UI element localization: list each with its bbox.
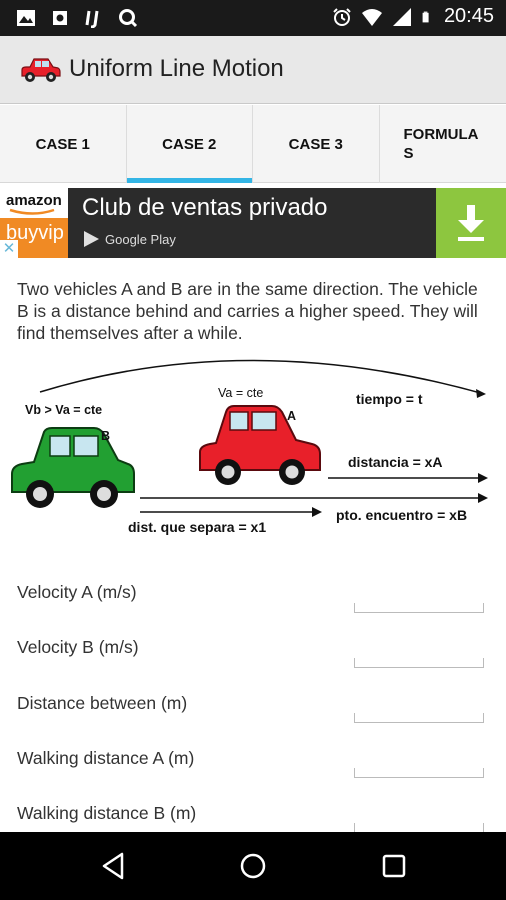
back-icon[interactable] bbox=[98, 850, 130, 882]
navigation-bar bbox=[0, 832, 506, 900]
motion-diagram: Vb > Va = cte Va = cte B A tiempo = t di… bbox=[11, 359, 488, 535]
tab-case-1[interactable]: CASE 1 bbox=[0, 105, 127, 183]
arrow-head bbox=[478, 493, 488, 503]
alarm-icon bbox=[333, 7, 351, 26]
label-tiempo: tiempo = t bbox=[356, 391, 423, 407]
google-play-icon bbox=[84, 231, 99, 247]
car-a bbox=[199, 405, 321, 485]
arrow-head bbox=[476, 389, 486, 398]
tab-case-3[interactable]: CASE 3 bbox=[253, 105, 380, 183]
velocity-b-input[interactable] bbox=[354, 658, 484, 668]
walking-distance-b-input[interactable] bbox=[354, 823, 484, 832]
problem-description: Two vehicles A and B are in the same dir… bbox=[17, 279, 478, 343]
main-content: Two vehicles A and B are in the same dir… bbox=[0, 258, 506, 832]
velocity-b-label: Velocity B (m/s) bbox=[17, 637, 139, 657]
status-bar: 20:45 bbox=[0, 0, 506, 36]
smile-arrow-icon bbox=[9, 208, 55, 215]
ad-store-label: Google Play bbox=[105, 231, 176, 247]
download-icon bbox=[458, 205, 484, 241]
tab-label: CASE 3 bbox=[288, 135, 343, 153]
status-clock: 20:45 bbox=[443, 5, 494, 27]
distance-between-label: Distance between (m) bbox=[17, 693, 188, 713]
distance-between-input[interactable] bbox=[354, 713, 484, 723]
label-a: A bbox=[287, 409, 296, 423]
walking-distance-a-input[interactable] bbox=[354, 768, 484, 778]
ad-banner[interactable]: amazon buyvip ✕ Club de ventas privado G… bbox=[0, 188, 506, 258]
action-bar: Uniform Line Motion bbox=[0, 36, 506, 104]
tab-label: CASE 1 bbox=[35, 135, 90, 153]
signal-icon bbox=[392, 7, 411, 26]
label-va: Va = cte bbox=[218, 386, 263, 400]
recents-icon[interactable] bbox=[378, 850, 410, 882]
home-icon[interactable] bbox=[237, 850, 269, 882]
tab-label: CASE 2 bbox=[162, 135, 217, 153]
ad-store-badge: Google Play bbox=[82, 230, 176, 248]
ad-brand-top: amazon bbox=[6, 192, 62, 209]
car-b bbox=[11, 427, 135, 508]
arrow-head bbox=[478, 473, 488, 483]
ad-brand-logo: amazon buyvip ✕ bbox=[0, 188, 68, 258]
q-icon bbox=[119, 9, 138, 28]
label-separation: dist. que separa = x1 bbox=[128, 519, 266, 535]
tab-case-2[interactable]: CASE 2 bbox=[126, 105, 253, 183]
image-icon bbox=[17, 10, 35, 26]
tab-formulas[interactable]: FORMULAS bbox=[380, 105, 506, 183]
label-vb: Vb > Va = cte bbox=[25, 403, 102, 417]
arrow-head bbox=[312, 507, 322, 517]
label-b: B bbox=[101, 429, 110, 443]
ad-headline: Club de ventas privado bbox=[82, 194, 328, 221]
active-tab-indicator bbox=[126, 178, 252, 183]
ij-icon bbox=[85, 10, 99, 28]
label-meeting-point: pto. encuentro = xB bbox=[336, 507, 467, 523]
walking-distance-a-label: Walking distance A (m) bbox=[17, 748, 195, 768]
label-distancia: distancia = xA bbox=[348, 454, 443, 470]
app-title: Uniform Line Motion bbox=[69, 55, 284, 82]
ad-download-button[interactable] bbox=[436, 188, 506, 258]
battery-icon bbox=[422, 11, 429, 22]
red-car-icon bbox=[21, 58, 61, 82]
velocity-a-label: Velocity A (m/s) bbox=[17, 582, 137, 602]
tab-label: FORMULAS bbox=[403, 126, 479, 162]
tab-bar: CASE 1 CASE 2 CASE 3 FORMULAS bbox=[0, 105, 506, 183]
gear-icon bbox=[53, 11, 67, 25]
wifi-icon bbox=[361, 8, 382, 26]
velocity-a-input[interactable] bbox=[354, 603, 484, 613]
walking-distance-b-label: Walking distance B (m) bbox=[17, 803, 197, 823]
ad-close-button[interactable]: ✕ bbox=[0, 240, 18, 258]
